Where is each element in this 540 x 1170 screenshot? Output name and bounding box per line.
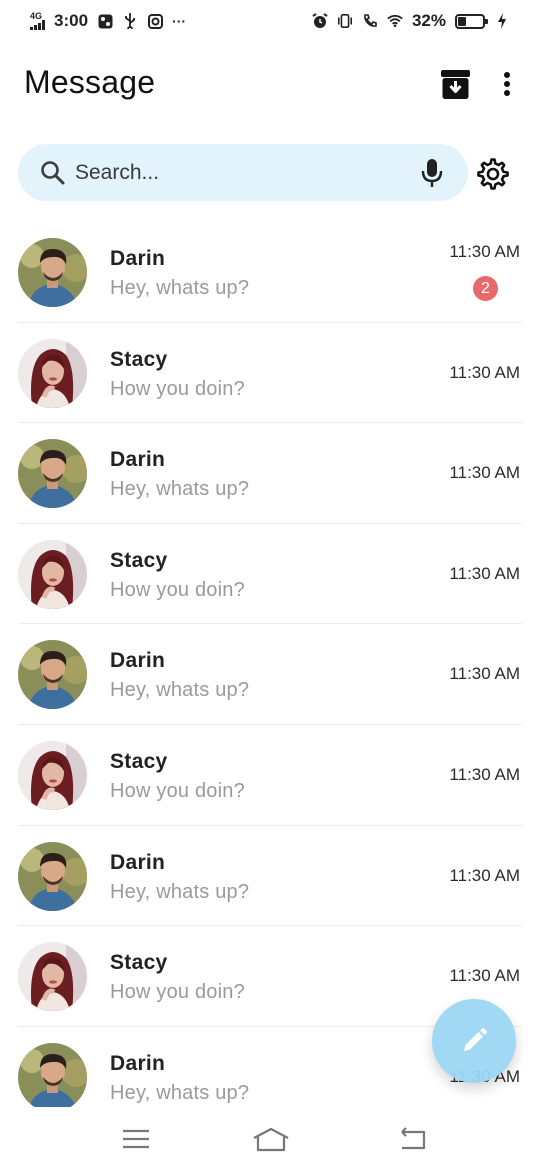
avatar[interactable] <box>18 539 87 609</box>
network-indicator: 4G <box>30 12 45 30</box>
message-preview: Hey, whats up? <box>110 478 250 501</box>
avatar[interactable] <box>18 238 87 307</box>
message-time: 11:30 AM <box>449 563 520 583</box>
contact-name: Darin <box>110 247 166 270</box>
contact-name: Stacy <box>110 749 168 773</box>
status-time: 3:00 <box>54 11 89 30</box>
message-preview: Hey, whats up? <box>110 679 250 702</box>
message-time: 11:30 AM <box>449 966 520 986</box>
avatar[interactable] <box>18 942 87 1012</box>
mic-icon[interactable] <box>421 158 443 188</box>
contact-name: Stacy <box>110 347 168 371</box>
battery-percent: 32% <box>411 11 446 30</box>
app-bar: Message <box>0 60 540 110</box>
instagram-icon <box>147 13 163 29</box>
message-preview: How you doin? <box>110 981 245 1004</box>
system-nav-bar <box>0 1108 540 1170</box>
unread-badge: 2 <box>473 276 498 301</box>
network-type: 4G <box>30 11 43 21</box>
status-right: 32% <box>312 11 510 31</box>
contact-name: Stacy <box>110 951 168 975</box>
avatar[interactable] <box>18 439 87 509</box>
message-time: 11:30 AM <box>449 865 520 885</box>
archive-icon <box>441 70 470 99</box>
signal-icon <box>30 20 45 30</box>
more-options-button[interactable] <box>496 68 518 100</box>
avatar[interactable] <box>18 338 87 408</box>
compose-button[interactable] <box>432 999 516 1083</box>
conversation-item[interactable]: Stacy How you doin? 11:30 AM <box>18 323 522 424</box>
conversation-item[interactable]: Darin Hey, whats up? 11:30 AM <box>18 826 522 927</box>
conversation-item[interactable]: Stacy How you doin? 11:30 AM <box>18 524 522 625</box>
usb-icon <box>122 13 138 29</box>
contact-name: Darin <box>110 850 166 874</box>
contact-name: Darin <box>110 448 166 472</box>
conversation-item[interactable]: Darin Hey, whats up? 11:30 AM <box>18 624 522 725</box>
app-notification-icon <box>97 13 113 29</box>
contact-name: Stacy <box>110 548 168 572</box>
conversation-item[interactable]: Darin Hey, whats up? 11:30 AM 2 <box>18 222 522 323</box>
conversation-item[interactable]: Darin Hey, whats up? 11:30 AM <box>18 423 522 524</box>
page-title: Message <box>24 64 156 100</box>
wifi-icon <box>387 13 403 29</box>
avatar[interactable] <box>18 740 87 810</box>
message-time: 11:30 AM <box>449 242 520 261</box>
archive-button[interactable] <box>441 70 470 99</box>
status-left: 4G 3:00 ··· <box>30 11 186 31</box>
conversation-item[interactable]: Stacy How you doin? 11:30 AM <box>18 725 522 826</box>
message-time: 11:30 AM <box>449 764 520 784</box>
message-time: 11:30 AM <box>449 362 520 382</box>
message-preview: How you doin? <box>110 578 245 601</box>
pencil-icon <box>464 1028 487 1051</box>
more-notifications: ··· <box>172 13 187 29</box>
conversation-list[interactable]: Darin Hey, whats up? 11:30 AM 2 Stacy Ho… <box>0 222 540 1107</box>
more-vert-icon <box>504 72 510 78</box>
message-time: 11:30 AM <box>449 463 520 483</box>
avatar[interactable] <box>18 841 87 911</box>
charging-icon <box>494 13 510 29</box>
message-preview: How you doin? <box>110 779 245 802</box>
contact-name: Darin <box>110 649 166 673</box>
wifi-call-icon <box>362 13 378 29</box>
message-preview: Hey, whats up? <box>110 880 250 903</box>
home-icon[interactable] <box>252 1126 290 1152</box>
contact-name: Darin <box>110 1051 166 1075</box>
message-preview: Hey, whats up? <box>110 1081 250 1104</box>
vibrate-icon <box>337 13 353 29</box>
search-icon <box>41 161 65 185</box>
menu-icon[interactable] <box>119 1126 153 1152</box>
search-bar[interactable] <box>18 144 468 201</box>
message-time: 11:30 AM <box>449 664 520 684</box>
avatar[interactable] <box>18 1042 87 1107</box>
message-preview: Hey, whats up? <box>110 277 250 299</box>
back-icon[interactable] <box>396 1126 430 1152</box>
avatar[interactable] <box>18 640 87 710</box>
status-bar: 4G 3:00 ··· 32% <box>0 0 540 42</box>
battery-icon <box>455 13 488 29</box>
gear-icon[interactable] <box>477 158 509 190</box>
alarm-icon <box>312 13 328 29</box>
search-input[interactable] <box>75 144 405 201</box>
message-preview: How you doin? <box>110 377 245 400</box>
